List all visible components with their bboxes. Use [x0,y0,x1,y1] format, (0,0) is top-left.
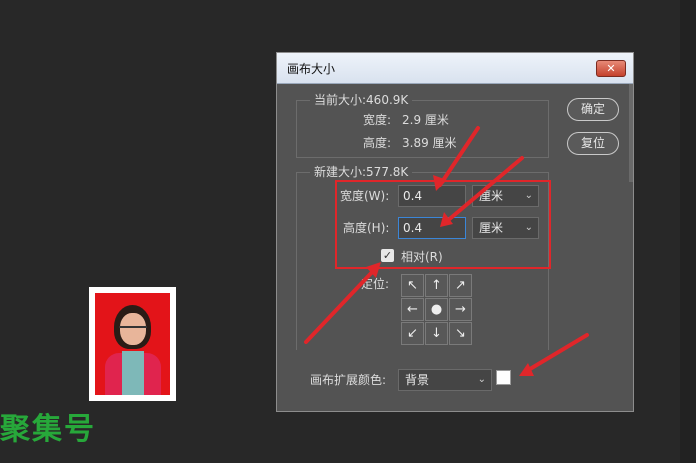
annotation-arrow-width [438,126,480,187]
annotation-arrow-relative [304,266,378,344]
annotation-arrows [304,126,589,376]
annotation-arrow-height [444,156,524,224]
annotation-arrow-swatch [523,333,589,374]
